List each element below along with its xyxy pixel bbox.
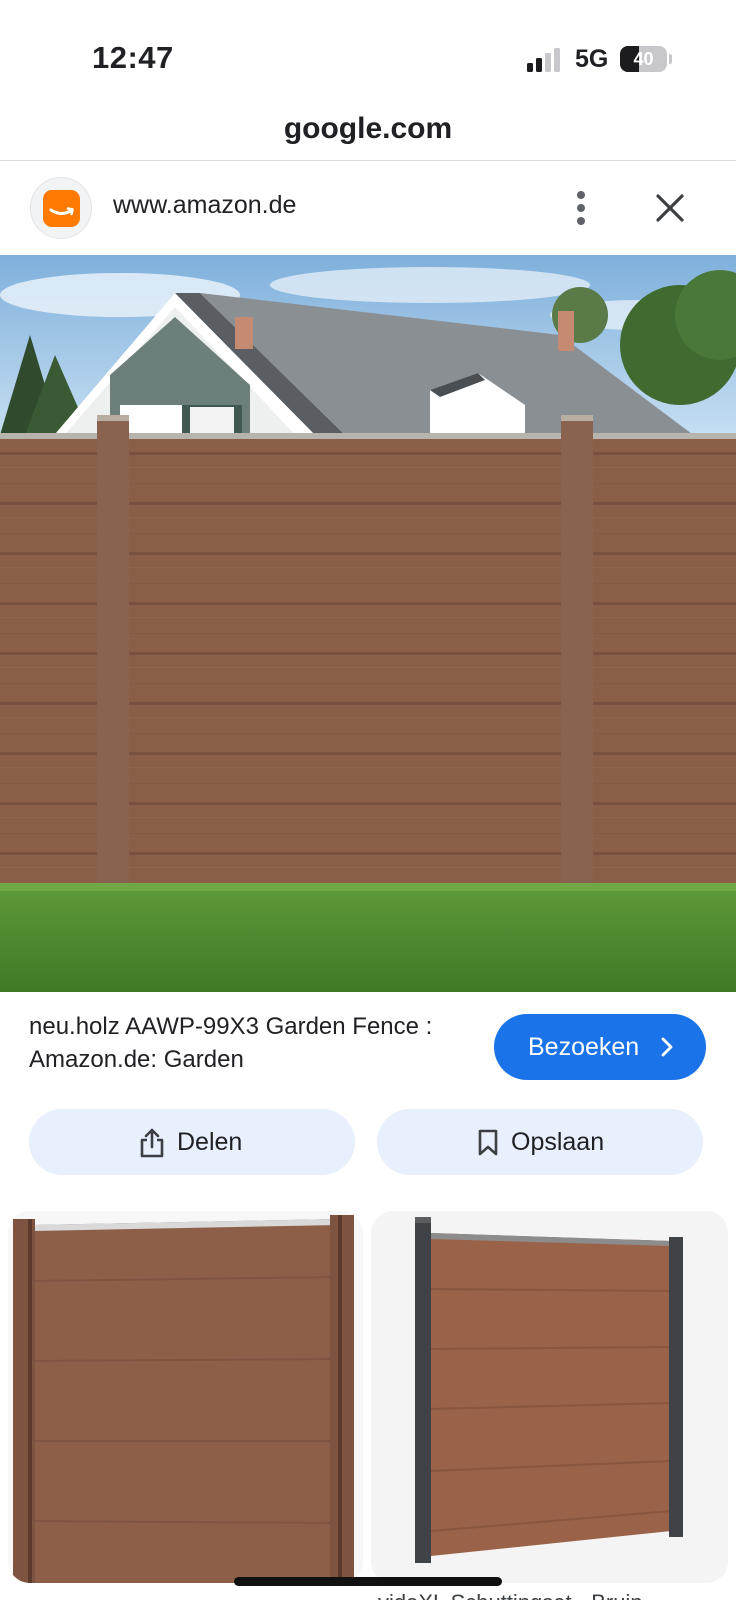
result-title[interactable]: neu.holz AAWP-99X3 Garden Fence : Amazon… bbox=[29, 1010, 469, 1076]
more-options-button[interactable] bbox=[566, 185, 596, 231]
save-button[interactable]: Opslaan bbox=[377, 1109, 703, 1175]
share-label: Delen bbox=[177, 1128, 243, 1156]
source-favicon[interactable] bbox=[30, 177, 92, 239]
google-image-viewer: 12:47 5G 40 google.com www.amazon.de neu… bbox=[0, 0, 736, 1600]
close-icon bbox=[656, 194, 684, 222]
battery-level: 40 bbox=[633, 49, 654, 69]
visit-button[interactable]: Bezoeken bbox=[494, 1014, 706, 1080]
bookmark-icon bbox=[478, 1129, 498, 1156]
more-vertical-icon bbox=[577, 191, 585, 199]
source-header: www.amazon.de bbox=[0, 161, 736, 255]
related-image[interactable] bbox=[371, 1211, 728, 1583]
save-label: Opslaan bbox=[511, 1128, 605, 1156]
address-bar[interactable]: google.com bbox=[0, 105, 736, 161]
network-type: 5G bbox=[575, 45, 609, 73]
related-image[interactable] bbox=[8, 1211, 363, 1583]
home-indicator[interactable] bbox=[234, 1577, 502, 1586]
status-time: 12:47 bbox=[92, 40, 174, 75]
url-text: google.com bbox=[283, 112, 453, 145]
battery-icon: 40 bbox=[620, 46, 672, 72]
related-caption[interactable]: vidaXL Schuttingset - Bruin bbox=[378, 1590, 643, 1600]
share-button[interactable]: Delen bbox=[29, 1109, 355, 1175]
source-domain[interactable]: www.amazon.de bbox=[113, 191, 296, 220]
cellular-signal-icon bbox=[527, 48, 563, 72]
visit-button-label: Bezoeken bbox=[528, 1033, 640, 1061]
main-product-image[interactable] bbox=[0, 255, 736, 992]
amazon-smile-icon bbox=[43, 190, 80, 227]
share-icon bbox=[140, 1128, 164, 1158]
close-button[interactable] bbox=[650, 185, 690, 231]
chevron-right-icon bbox=[661, 1037, 673, 1057]
status-bar: 12:47 5G 40 bbox=[0, 0, 736, 110]
